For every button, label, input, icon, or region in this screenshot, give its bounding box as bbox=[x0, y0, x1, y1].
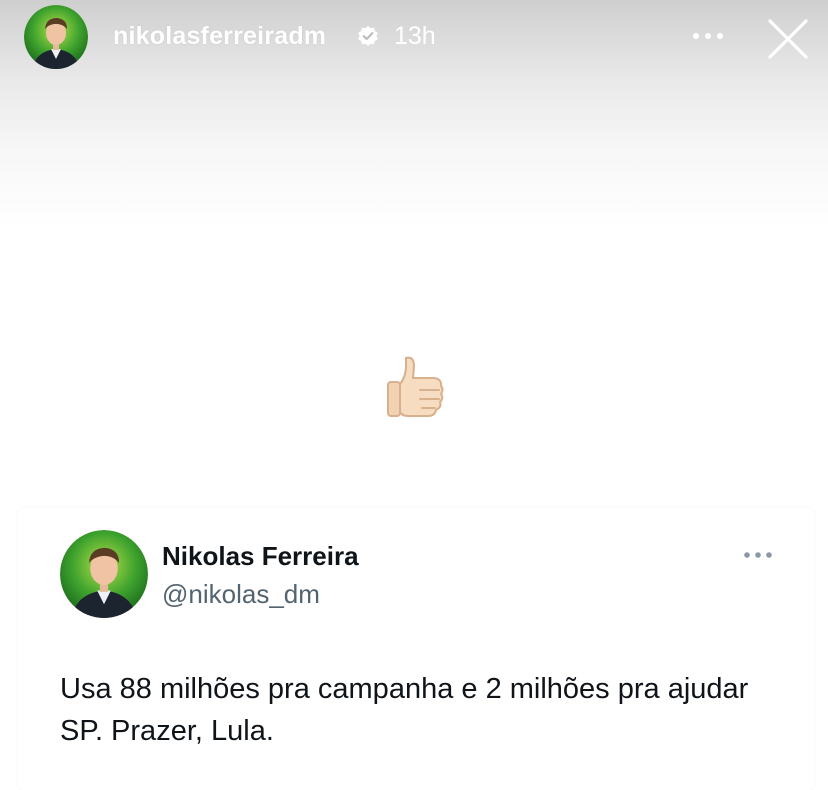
tweet-avatar[interactable] bbox=[60, 530, 148, 618]
tweet-handle[interactable]: @nikolas_dm bbox=[162, 579, 320, 610]
verified-badge-icon bbox=[357, 25, 379, 47]
tweet-display-name[interactable]: Nikolas Ferreira bbox=[162, 541, 359, 572]
tweet-text: Usa 88 milhões pra campanha e 2 milhões … bbox=[60, 673, 749, 747]
close-icon[interactable] bbox=[766, 17, 810, 61]
story-username[interactable]: nikolasferreiradm bbox=[113, 22, 326, 51]
thumbs-up-icon bbox=[384, 354, 448, 420]
more-dots-icon[interactable] bbox=[690, 26, 726, 46]
story-header: nikolasferreiradm 13h bbox=[0, 0, 828, 80]
story-avatar[interactable] bbox=[24, 5, 88, 69]
story-timestamp: 13h bbox=[394, 22, 436, 50]
more-dots-icon[interactable] bbox=[742, 548, 774, 562]
